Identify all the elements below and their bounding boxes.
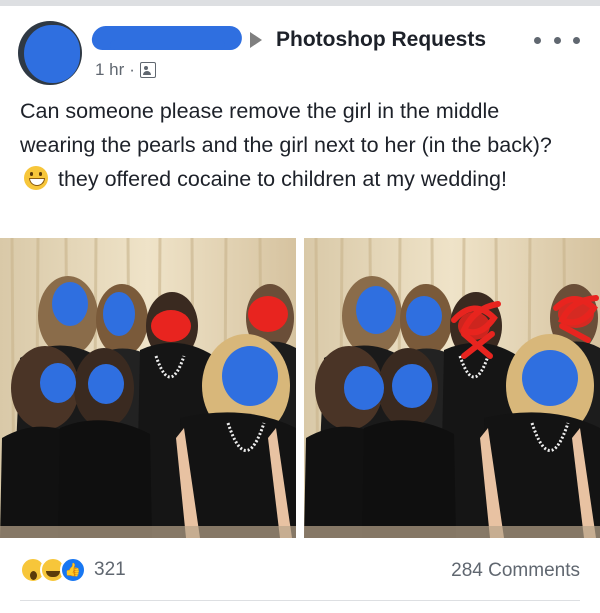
more-options-icon[interactable]: [534, 30, 580, 50]
footer-divider: [20, 600, 580, 601]
post-meta: 1 hr ·: [95, 60, 156, 80]
reactions-summary[interactable]: 👍 321: [20, 557, 126, 583]
comments-count-link[interactable]: 284 Comments: [451, 560, 580, 582]
post-text: Can someone please remove the girl in th…: [20, 94, 580, 196]
marked-photo[interactable]: [304, 238, 600, 538]
group-audience-icon: [139, 62, 156, 78]
grinning-face-emoji-icon: [24, 166, 48, 190]
original-photo[interactable]: [0, 238, 296, 538]
group-name-link[interactable]: Photoshop Requests: [276, 28, 486, 52]
meta-separator: ·: [129, 60, 135, 79]
like-reaction-icon: 👍: [60, 557, 86, 583]
share-arrow-icon: [250, 32, 262, 48]
top-border: [0, 0, 600, 6]
marked-photo-image: [304, 238, 600, 538]
avatar-redaction: [24, 25, 80, 83]
original-photo-image: [0, 238, 296, 538]
author-name-redaction-2: [110, 40, 225, 50]
post-time[interactable]: 1 hr: [95, 60, 124, 80]
post-text-part1: Can someone please remove the girl in th…: [20, 99, 552, 157]
reaction-count: 321: [94, 559, 126, 580]
avatar[interactable]: [18, 21, 82, 85]
post-text-part2: they offered cocaine to children at my w…: [57, 167, 507, 191]
